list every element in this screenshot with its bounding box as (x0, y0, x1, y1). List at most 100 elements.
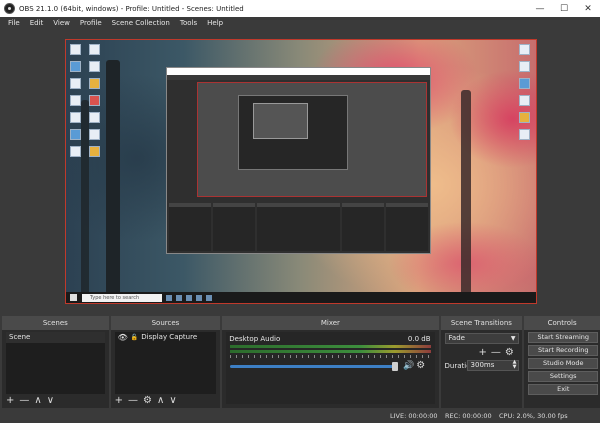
desktop-icon (70, 146, 81, 157)
windows-taskbar: Type here to search (66, 292, 536, 303)
duration-value: 300ms (470, 361, 495, 369)
desktop-icon (519, 95, 530, 106)
volume-slider-handle[interactable] (392, 362, 399, 371)
add-transition-button[interactable]: + (479, 347, 487, 358)
meter-ticks (230, 355, 431, 358)
windows-start-icon (70, 294, 77, 301)
volume-meter (230, 350, 431, 353)
scenes-toolbar: + — ∧ ∨ (6, 395, 54, 406)
menu-file[interactable]: File (3, 17, 25, 30)
menu-edit[interactable]: Edit (25, 17, 49, 30)
scenes-list: Scene (6, 332, 105, 394)
add-source-button[interactable]: + (115, 395, 123, 406)
desktop-icon (89, 78, 100, 89)
nested-obs-window (166, 67, 431, 254)
mixer-dock: Mixer Desktop Audio 0.0 dB 🔊 ⚙ (222, 316, 439, 408)
minimize-button[interactable]: — (528, 0, 552, 17)
volume-meter (230, 345, 431, 348)
controls-header: Controls (524, 316, 600, 330)
chevron-down-icon: ▼ (510, 335, 516, 342)
lock-icon[interactable]: 🔓 (131, 332, 138, 343)
remove-scene-button[interactable]: — (19, 395, 29, 406)
menu-scene-collection[interactable]: Scene Collection (107, 17, 175, 30)
desktop-icon (89, 61, 100, 72)
move-scene-up-button[interactable]: ∧ (34, 395, 41, 406)
source-item[interactable]: 👁 🔓 Display Capture (115, 332, 217, 343)
desktop-icon (70, 129, 81, 140)
remove-transition-button[interactable]: — (491, 347, 501, 358)
channel-name: Desktop Audio (229, 335, 281, 343)
desktop-icon (519, 112, 530, 123)
obs-logo-icon (4, 3, 15, 14)
spin-arrows-icon[interactable]: ▲ ▼ (513, 360, 517, 370)
controls-dock: Controls Start Streaming Start Recording… (524, 316, 600, 408)
start-recording-button[interactable]: Start Recording (528, 345, 599, 356)
dock-area: Scenes Scene + — ∧ ∨ Sources 👁 🔓 Display… (0, 316, 600, 408)
nested-dock (342, 203, 385, 251)
remove-source-button[interactable]: — (128, 395, 138, 406)
sources-dock: Sources 👁 🔓 Display Capture + — ⚙ ∧ ∨ (110, 316, 221, 408)
exit-button[interactable]: Exit (528, 384, 599, 395)
transition-select[interactable]: Fade ▼ (444, 333, 519, 344)
taskbar-app-icon (206, 294, 212, 301)
tree-trunk (106, 60, 120, 300)
close-button[interactable]: ✕ (576, 0, 600, 17)
scene-item[interactable]: Scene (6, 332, 105, 343)
desktop-icon (70, 78, 81, 89)
preview-canvas[interactable]: Type here to search (65, 39, 537, 304)
tree-trunk (461, 90, 471, 300)
channel-db: 0.0 dB (407, 335, 431, 343)
desktop-icons-right (519, 44, 530, 140)
live-timer: LIVE: 00:00:00 (390, 412, 438, 420)
menu-bar: File Edit View Profile Scene Collection … (0, 17, 600, 30)
preview-area: Type here to search (0, 30, 600, 313)
taskbar-search: Type here to search (82, 293, 162, 302)
eye-icon[interactable]: 👁 (118, 332, 128, 343)
desktop-icon (519, 44, 530, 55)
source-properties-gear-icon[interactable]: ⚙ (143, 395, 152, 406)
transition-properties-gear-icon[interactable]: ⚙ (505, 347, 514, 358)
move-source-down-button[interactable]: ∨ (169, 395, 176, 406)
desktop-icon (89, 44, 100, 55)
maximize-button[interactable]: ☐ (552, 0, 576, 17)
desktop-icon (70, 95, 81, 106)
speaker-icon[interactable]: 🔊 (403, 361, 414, 371)
move-scene-down-button[interactable]: ∨ (47, 395, 54, 406)
taskbar-app-icon (166, 294, 172, 301)
desktop-icon (519, 78, 530, 89)
move-source-up-button[interactable]: ∧ (157, 395, 164, 406)
gear-icon[interactable]: ⚙ (416, 360, 425, 371)
taskbar-app-icon (186, 294, 192, 301)
scene-item-label: Scene (9, 333, 31, 341)
settings-button[interactable]: Settings (528, 371, 599, 382)
desktop-icon (519, 129, 530, 140)
nested-preview-inner (253, 103, 308, 139)
taskbar-app-icon (176, 294, 182, 301)
start-streaming-button[interactable]: Start Streaming (528, 332, 599, 343)
desktop-icon (89, 95, 100, 106)
rec-timer: REC: 00:00:00 (445, 412, 492, 420)
volume-slider[interactable] (230, 365, 396, 368)
mixer-channel: Desktop Audio 0.0 dB 🔊 ⚙ (226, 332, 435, 404)
menu-tools[interactable]: Tools (175, 17, 202, 30)
studio-mode-button[interactable]: Studio Mode (528, 358, 599, 369)
add-scene-button[interactable]: + (6, 395, 14, 406)
menu-view[interactable]: View (48, 17, 75, 30)
source-item-label: Display Capture (141, 333, 198, 341)
desktop-icon (89, 146, 100, 157)
transitions-toolbar: + — ⚙ (479, 347, 514, 358)
menu-profile[interactable]: Profile (75, 17, 107, 30)
nested-dock (169, 203, 211, 251)
taskbar-app-icon (196, 294, 202, 301)
sources-toolbar: + — ⚙ ∧ ∨ (115, 395, 177, 406)
mixer-header: Mixer (222, 316, 439, 330)
window-controls: — ☐ ✕ (528, 0, 600, 17)
cpu-fps: CPU: 2.0%, 30.00 fps (499, 412, 568, 420)
nested-dock (386, 203, 428, 251)
desktop-icon (89, 129, 100, 140)
duration-spinbox[interactable]: 300ms ▲ ▼ (466, 360, 519, 371)
sources-header: Sources (110, 316, 221, 330)
title-bar: OBS 21.1.0 (64bit, windows) - Profile: U… (0, 0, 600, 17)
menu-help[interactable]: Help (202, 17, 228, 30)
desktop-icon (89, 112, 100, 123)
